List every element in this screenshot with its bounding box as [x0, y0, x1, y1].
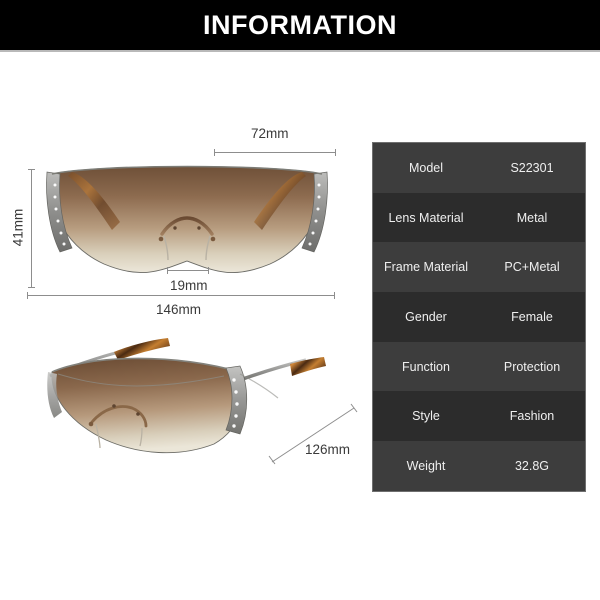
spec-value: Female: [511, 309, 553, 324]
dimension-line-total-width: [27, 292, 335, 299]
spec-key: Style: [412, 409, 440, 424]
table-row: Style Fashion: [373, 391, 585, 442]
spec-key: Lens Material: [388, 210, 464, 225]
dimension-label-temple-length: 126mm: [305, 442, 351, 457]
dimension-line-lens-width: [214, 149, 336, 156]
header-bar: INFORMATION: [0, 0, 600, 50]
dimension-line-temple-length: [268, 403, 358, 465]
spec-value: 32.8G: [514, 458, 550, 473]
table-row: Gender Female: [373, 292, 585, 342]
dimension-line-bridge-width: [167, 267, 209, 274]
spec-value: Fashion: [509, 409, 555, 424]
table-row: Model S22301: [373, 143, 585, 193]
spec-value: Protection: [503, 359, 561, 374]
specification-table: Model S22301 Lens Material Metal Frame M…: [372, 142, 586, 492]
spec-key: Function: [402, 359, 450, 374]
sunglasses-front-view: [46, 165, 328, 274]
spec-value: PC+Metal: [504, 260, 560, 275]
dimension-label-total-width: 146mm: [156, 302, 202, 317]
table-row: Weight 32.8G: [373, 441, 585, 491]
dimension-label-lens-height: 41mm: [10, 208, 26, 247]
dimension-line-lens-height: [28, 169, 35, 288]
table-row: Lens Material Metal: [373, 192, 585, 243]
spec-value: S22301: [510, 160, 554, 175]
spec-key: Gender: [405, 309, 447, 324]
dimension-label-bridge-width: 19mm: [170, 278, 208, 293]
spec-key: Weight: [406, 458, 446, 473]
spec-key: Frame Material: [383, 260, 469, 275]
spec-key: Model: [408, 160, 444, 175]
table-row: Function Protection: [373, 341, 585, 392]
table-row: Frame Material PC+Metal: [373, 242, 585, 293]
product-stage: 72mm 41mm 19mm 146mm 126mm Model S22301 …: [0, 52, 600, 600]
spec-value: Metal: [516, 210, 548, 225]
dimension-label-lens-width: 72mm: [251, 126, 289, 141]
page-title: INFORMATION: [203, 9, 397, 40]
